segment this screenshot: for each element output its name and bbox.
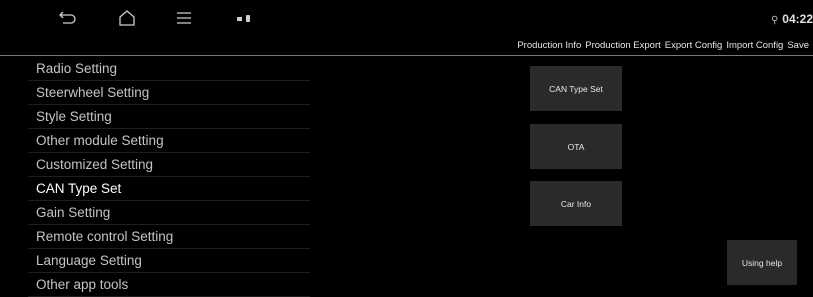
menu-item-style-setting[interactable]: Style Setting (28, 105, 310, 129)
menu-item-other-app-tools[interactable]: Other app tools (28, 273, 310, 297)
menu-item-gain-setting[interactable]: Gain Setting (28, 201, 310, 225)
time-text: 04:22 (782, 12, 813, 26)
menu-item-remote-control-setting[interactable]: Remote control Setting (28, 225, 310, 249)
clock: ⚲ 04:22 (771, 12, 813, 26)
import-config-button[interactable]: Import Config (726, 40, 783, 54)
menu-item-other-module-setting[interactable]: Other module Setting (28, 129, 310, 153)
menu-item-steerwheel-setting[interactable]: Steerwheel Setting (28, 81, 310, 105)
top-toolbar: Production Info Production Export Export… (517, 40, 813, 54)
menu-icon[interactable] (174, 9, 194, 27)
export-config-button[interactable]: Export Config (665, 40, 723, 54)
menu-item-language-setting[interactable]: Language Setting (28, 249, 310, 273)
divider (0, 55, 813, 56)
menu-item-can-type-set[interactable]: CAN Type Set (28, 177, 310, 201)
can-type-set-button[interactable]: CAN Type Set (530, 66, 622, 111)
ota-button[interactable]: OTA (530, 124, 622, 169)
notification-icon (237, 15, 250, 22)
settings-menu: Radio Setting Steerwheel Setting Style S… (28, 57, 310, 297)
save-button[interactable]: Save (787, 40, 809, 54)
production-export-button[interactable]: Production Export (585, 40, 661, 54)
menu-item-radio-setting[interactable]: Radio Setting (28, 57, 310, 81)
production-info-button[interactable]: Production Info (517, 40, 581, 54)
car-info-button[interactable]: Car Info (530, 181, 622, 226)
location-icon: ⚲ (770, 15, 779, 26)
menu-item-customized-setting[interactable]: Customized Setting (28, 153, 310, 177)
back-icon[interactable] (58, 9, 78, 27)
status-bar: ⚲ 04:22 (0, 0, 813, 35)
home-icon[interactable] (117, 9, 137, 27)
using-help-button[interactable]: Using help (727, 240, 797, 285)
